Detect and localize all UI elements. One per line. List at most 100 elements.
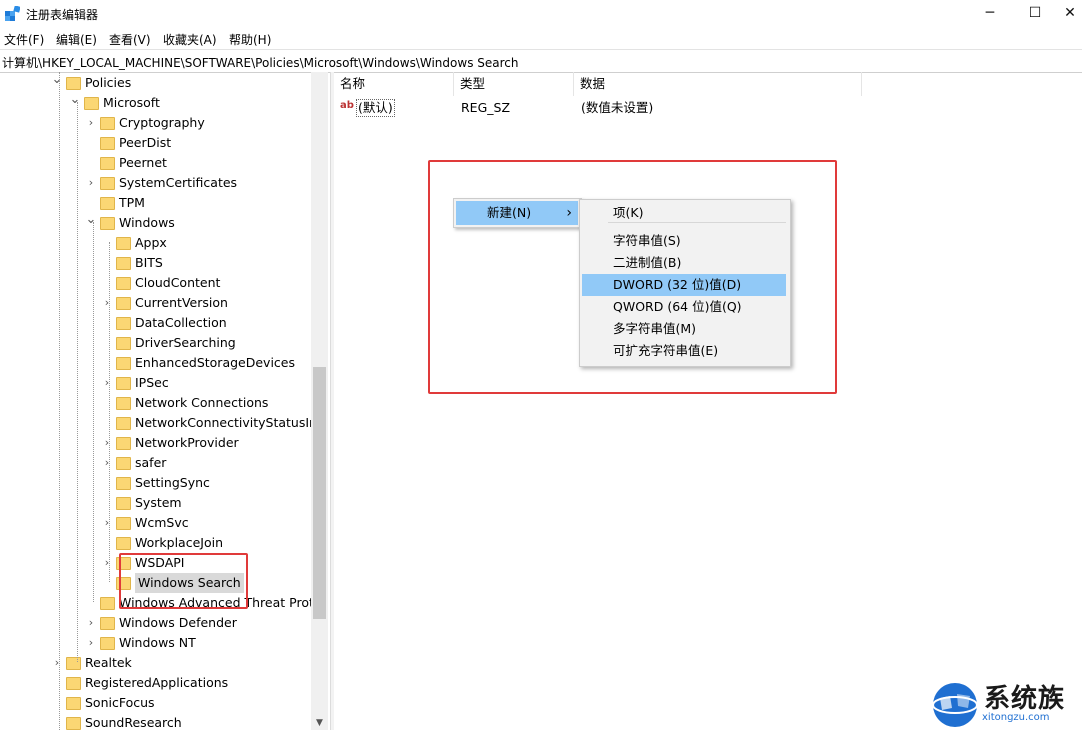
collapse-chevron-icon[interactable]: ⌄ [51, 73, 63, 93]
minimize-button[interactable]: ─ [967, 0, 1013, 28]
value-name: (默认) [356, 99, 395, 117]
folder-icon [116, 417, 131, 430]
watermark-url: xitongzu.com [982, 712, 1050, 723]
tree-guide-line [109, 242, 110, 582]
tree-node[interactable]: › Cryptography [0, 113, 311, 133]
menu-help[interactable]: 帮助(H) [229, 31, 271, 48]
expand-chevron-icon[interactable]: › [85, 113, 97, 133]
tree-node[interactable]: EnhancedStorageDevices [0, 353, 311, 373]
watermark-brand: 系统族 [984, 684, 1066, 714]
folder-icon [66, 717, 81, 730]
folder-icon [66, 697, 81, 710]
tree-node-label: Realtek [85, 655, 132, 670]
scroll-down-arrow-icon[interactable]: ▼ [311, 716, 328, 730]
tree-node-label: SystemCertificates [119, 175, 238, 190]
tree-node[interactable]: SoundResearch [0, 713, 311, 730]
tree-node[interactable]: ⌄ Policies [0, 73, 311, 93]
folder-icon [100, 117, 115, 130]
folder-icon [116, 377, 131, 390]
expand-chevron-icon[interactable]: › [101, 433, 113, 453]
tree-node[interactable]: › SystemCertificates [0, 173, 311, 193]
close-button[interactable]: ✕ [1058, 0, 1082, 28]
collapse-chevron-icon[interactable]: ⌄ [85, 213, 97, 233]
folder-icon [100, 597, 115, 610]
tree-node[interactable]: BITS [0, 253, 311, 273]
maximize-button[interactable]: ☐ [1012, 0, 1058, 28]
collapse-chevron-icon[interactable]: ⌄ [69, 93, 81, 113]
tree-node-label: CloudContent [135, 275, 221, 290]
folder-icon [116, 297, 131, 310]
folder-icon [66, 677, 81, 690]
folder-icon [100, 157, 115, 170]
tree-node[interactable]: › Realtek [0, 653, 311, 673]
tree-node-label: Peernet [119, 155, 167, 170]
address-path[interactable]: 计算机\HKEY_LOCAL_MACHINE\SOFTWARE\Policies… [2, 54, 518, 71]
tree-node[interactable]: › Windows Defender [0, 613, 311, 633]
tree-node-label: System [135, 495, 182, 510]
annotation-box-context-menu [428, 160, 837, 394]
tree-node[interactable]: › Windows NT [0, 633, 311, 653]
tree-node-label: DriverSearching [135, 335, 236, 350]
tree-node[interactable]: RegisteredApplications [0, 673, 311, 693]
folder-icon [116, 437, 131, 450]
tree-node[interactable]: TPM [0, 193, 311, 213]
expand-chevron-icon[interactable]: › [85, 613, 97, 633]
tree-node[interactable]: WorkplaceJoin [0, 533, 311, 553]
tree-node[interactable]: CloudContent [0, 273, 311, 293]
column-header-data[interactable]: 数据 [574, 72, 862, 96]
expand-chevron-icon[interactable]: › [85, 173, 97, 193]
tree-node[interactable]: System [0, 493, 311, 513]
globe-logo-icon [932, 683, 978, 727]
tree-node-label: SonicFocus [85, 695, 155, 710]
tree-node[interactable]: Appx [0, 233, 311, 253]
expand-chevron-icon[interactable]: › [101, 453, 113, 473]
folder-icon [100, 217, 115, 230]
column-header-type[interactable]: 类型 [454, 72, 574, 96]
tree-node-label: CurrentVersion [135, 295, 228, 310]
expand-chevron-icon[interactable]: › [85, 633, 97, 653]
tree-node[interactable]: NetworkConnectivityStatusIndi [0, 413, 311, 433]
tree-node[interactable]: Peernet [0, 153, 311, 173]
expand-chevron-icon[interactable]: › [51, 653, 63, 673]
expand-chevron-icon[interactable]: › [101, 373, 113, 393]
tree-node[interactable]: ⌄ Windows [0, 213, 311, 233]
menu-edit[interactable]: 编辑(E) [56, 31, 97, 48]
tree-node[interactable]: Network Connections [0, 393, 311, 413]
tree-node[interactable]: PeerDist [0, 133, 311, 153]
address-bar[interactable]: 计算机\HKEY_LOCAL_MACHINE\SOFTWARE\Policies… [0, 49, 1082, 73]
tree-node[interactable]: › IPSec [0, 373, 311, 393]
folder-icon [116, 497, 131, 510]
tree-node[interactable]: › CurrentVersion [0, 293, 311, 313]
tree-node[interactable]: › WcmSvc [0, 513, 311, 533]
folder-icon [116, 477, 131, 490]
tree-scrollbar-thumb[interactable] [313, 367, 326, 619]
tree-node-label: EnhancedStorageDevices [135, 355, 295, 370]
tree-node-label: DataCollection [135, 315, 227, 330]
tree-guide-line [77, 102, 78, 662]
site-watermark: 系统族 xitongzu.com [930, 676, 1082, 730]
expand-chevron-icon[interactable]: › [101, 553, 113, 573]
expand-chevron-icon[interactable]: › [101, 293, 113, 313]
tree-node-label: SoundResearch [85, 715, 182, 730]
folder-icon [116, 257, 131, 270]
menu-view[interactable]: 查看(V) [109, 31, 151, 48]
menu-favorites[interactable]: 收藏夹(A) [163, 31, 217, 48]
tree-node[interactable]: DataCollection [0, 313, 311, 333]
tree-node-label: safer [135, 455, 167, 470]
tree-node[interactable]: › safer [0, 453, 311, 473]
column-header-name[interactable]: 名称 [334, 72, 454, 96]
menu-file[interactable]: 文件(F) [4, 31, 44, 48]
registry-editor-app-icon [5, 6, 20, 21]
tree-node[interactable]: SonicFocus [0, 693, 311, 713]
folder-icon [116, 337, 131, 350]
tree-node[interactable]: ⌄ Microsoft [0, 93, 311, 113]
expand-chevron-icon[interactable]: › [101, 513, 113, 533]
tree-scrollbar[interactable]: ▼ [311, 72, 328, 730]
tree-node[interactable]: SettingSync [0, 473, 311, 493]
tree-node-label: PeerDist [119, 135, 172, 150]
tree-node[interactable]: DriverSearching [0, 333, 311, 353]
folder-icon [116, 537, 131, 550]
value-row[interactable]: ab (默认) REG_SZ (数值未设置) [334, 98, 862, 118]
annotation-box-windows-search [119, 553, 248, 609]
tree-node[interactable]: › NetworkProvider [0, 433, 311, 453]
